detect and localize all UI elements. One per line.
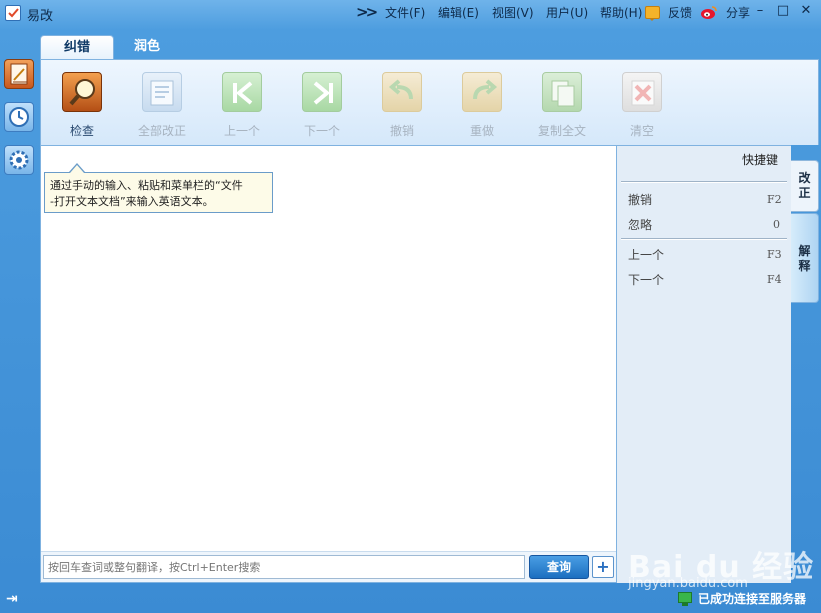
app-window: 易改 >> 文件(F) 编辑(E) 视图(V) 用户(U) 帮助(H) 反馈 分… [0, 0, 821, 613]
tooltip-line-1: 通过手动的输入、粘贴和菜单栏的“文件 [50, 179, 243, 192]
menu-expand-chevron-icon[interactable]: >> [356, 3, 378, 21]
menu-file[interactable]: 文件(F) [385, 4, 425, 21]
shortcut-panel [617, 145, 791, 583]
shortcut-name-next: 下一个 [628, 273, 665, 287]
connection-monitor-icon [678, 592, 692, 606]
redo-icon [462, 72, 502, 112]
menu-view[interactable]: 视图(V) [492, 4, 534, 21]
copy-all-button[interactable]: 复制全文 [527, 68, 597, 142]
app-title: 易改 [27, 9, 54, 24]
previous-label: 上一个 [223, 124, 260, 138]
feedback-icon[interactable] [645, 6, 660, 21]
tooltip-arrow-fill [70, 165, 84, 173]
next-button[interactable]: 下一个 [287, 68, 357, 142]
check-label: 检查 [69, 124, 94, 138]
edit-icon [10, 63, 28, 85]
menu-help[interactable]: 帮助(H) [600, 4, 642, 21]
toolbar: 检查 全部改正 上一个 下一个 撤销 重做 复制全文 清空 [40, 59, 819, 145]
share-link[interactable]: 分享 [726, 4, 750, 21]
history-clock-icon [9, 107, 29, 127]
undo-icon [382, 72, 422, 112]
undo-label: 撤销 [389, 124, 414, 138]
minimize-button[interactable]: – [752, 3, 768, 19]
tooltip-line-2: -打开文本文档”来输入英语文本。 [50, 195, 214, 208]
divider [621, 181, 787, 183]
next-label: 下一个 [303, 124, 340, 138]
close-button[interactable]: ✕ [798, 3, 814, 19]
tab-polish[interactable]: 润色 [110, 35, 184, 60]
add-icon[interactable]: + [592, 556, 614, 578]
redo-button[interactable]: 重做 [447, 68, 517, 142]
settings-gear-icon [9, 150, 29, 170]
copy-all-icon [542, 72, 582, 112]
app-logo-icon [5, 5, 21, 21]
feedback-link[interactable]: 反馈 [668, 4, 692, 21]
correct-all-label: 全部改正 [137, 124, 186, 138]
previous-button[interactable]: 上一个 [207, 68, 277, 142]
clear-icon [622, 72, 662, 112]
shortcut-key-undo: F2 [767, 193, 782, 206]
magnifier-book-icon [62, 72, 102, 112]
side-tab-explain[interactable]: 解释 [791, 213, 819, 303]
weibo-icon[interactable] [700, 5, 718, 20]
correct-all-button[interactable]: 全部改正 [127, 68, 197, 142]
title-bar: 易改 >> 文件(F) 编辑(E) 视图(V) 用户(U) 帮助(H) 反馈 分… [0, 0, 821, 26]
side-tab-correct[interactable]: 改正 [791, 160, 819, 212]
search-input[interactable] [43, 555, 525, 579]
rail-history-button[interactable] [4, 102, 34, 132]
shortcut-name-undo: 撤销 [628, 193, 653, 207]
rail-edit-button[interactable] [4, 59, 34, 89]
shortcut-name-ignore: 忽略 [628, 218, 653, 232]
correct-all-icon [142, 72, 182, 112]
shortcut-key-next: F4 [767, 273, 782, 286]
check-button[interactable]: 检查 [47, 68, 117, 142]
shortcut-title: 快捷键 [742, 153, 779, 167]
menu-edit[interactable]: 编辑(E) [438, 4, 479, 21]
copy-all-label: 复制全文 [537, 124, 586, 138]
shortcut-key-previous: F3 [767, 248, 782, 261]
tab-correct[interactable]: 纠错 [40, 35, 114, 60]
redo-label: 重做 [469, 124, 494, 138]
clear-button[interactable]: 清空 [607, 68, 677, 142]
shortcut-name-previous: 上一个 [628, 248, 665, 262]
exit-icon[interactable]: ⇥ [6, 591, 18, 607]
input-hint-tooltip: 通过手动的输入、粘贴和菜单栏的“文件 -打开文本文档”来输入英语文本。 [44, 172, 273, 213]
side-tab-correct-label: 改正 [798, 171, 811, 200]
shortcut-key-ignore: 0 [773, 218, 780, 231]
side-tab-explain-label: 解释 [798, 244, 811, 273]
connection-status: 已成功连接至服务器 [698, 592, 807, 606]
divider [621, 238, 787, 240]
search-button[interactable]: 查询 [529, 555, 589, 579]
next-icon [302, 72, 342, 112]
clear-label: 清空 [629, 124, 654, 138]
previous-icon [222, 72, 262, 112]
undo-button[interactable]: 撤销 [367, 68, 437, 142]
menu-user[interactable]: 用户(U) [546, 4, 588, 21]
maximize-button[interactable]: □ [775, 3, 791, 19]
rail-settings-button[interactable] [4, 145, 34, 175]
